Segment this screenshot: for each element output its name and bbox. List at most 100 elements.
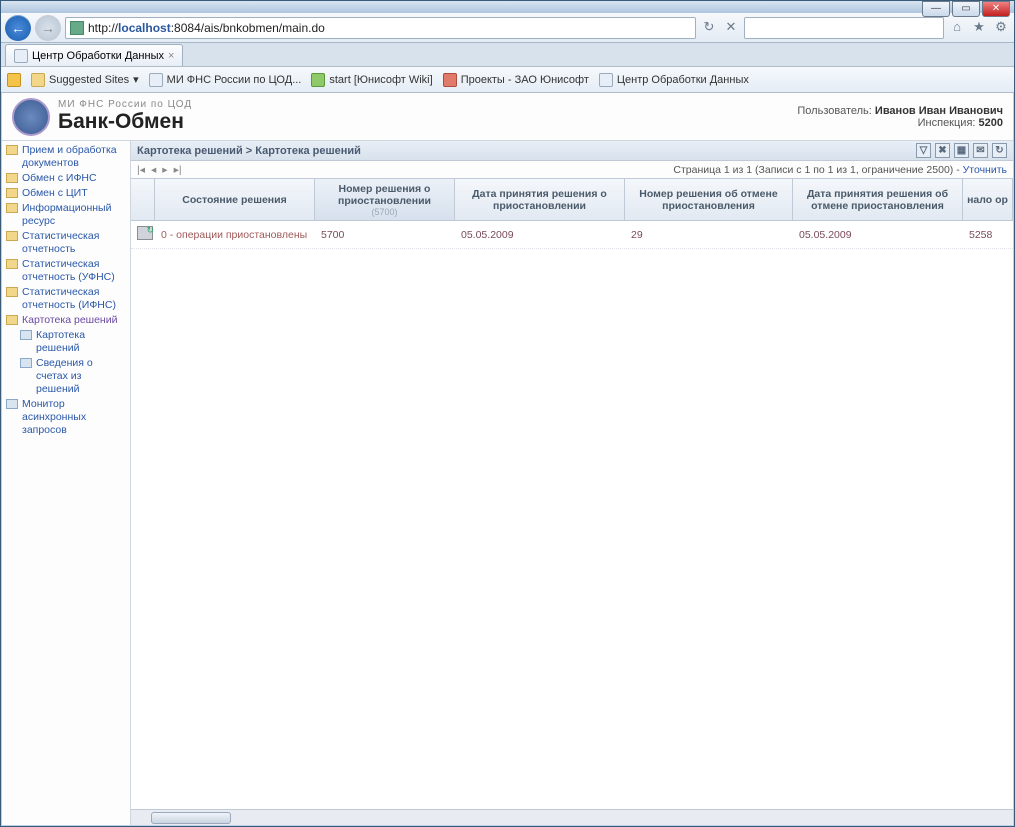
app-subtitle: МИ ФНС России по ЦОД: [58, 99, 192, 110]
page-icon: [149, 73, 163, 87]
breadcrumb: Картотека решений > Картотека решений: [137, 145, 361, 157]
row-action-icon[interactable]: [137, 226, 153, 240]
url-text: http://localhost:8084/ais/bnkobmen/main.…: [88, 21, 325, 35]
mail-icon[interactable]: ✉: [973, 143, 988, 158]
refresh-button[interactable]: ↻: [700, 19, 718, 37]
app-header: МИ ФНС России по ЦОД Банк-Обмен Пользова…: [2, 93, 1013, 141]
browser-tab[interactable]: Центр Обработки Данных ×: [5, 44, 183, 66]
last-page-button[interactable]: ▸|: [174, 164, 182, 176]
bookmarks-bar: Suggested Sites ▾ МИ ФНС России по ЦОД..…: [1, 67, 1014, 93]
folder-icon: [6, 287, 18, 297]
page-content: МИ ФНС России по ЦОД Банк-Обмен Пользова…: [2, 93, 1013, 825]
first-page-button[interactable]: |◂: [137, 164, 145, 176]
bookmark-item[interactable]: Центр Обработки Данных: [599, 73, 749, 87]
maximize-button[interactable]: ▭: [952, 1, 980, 17]
th-status[interactable]: Состояние решения: [155, 179, 315, 220]
close-button[interactable]: ✕: [982, 1, 1010, 17]
tab-title: Центр Обработки Данных: [32, 50, 164, 62]
tab-icon: [14, 49, 28, 63]
stop-button[interactable]: ✕: [722, 19, 740, 37]
user-info: Пользователь: Иванов Иван Иванович Инспе…: [797, 105, 1003, 129]
tools-button[interactable]: ⚙: [992, 19, 1010, 37]
clear-filter-icon[interactable]: ✖: [935, 143, 950, 158]
filter-icon[interactable]: ▽: [916, 143, 931, 158]
folder-icon: [6, 203, 18, 213]
app-title: Банк-Обмен: [58, 110, 192, 134]
cell-cancel-number: 29: [625, 227, 793, 243]
suggested-sites[interactable]: Suggested Sites ▾: [31, 73, 139, 87]
minimize-button[interactable]: —: [922, 1, 950, 17]
folder-icon: [6, 188, 18, 198]
page-icon: [443, 73, 457, 87]
folder-icon: [6, 315, 18, 325]
pager-info: Страница 1 из 1 (Записи с 1 по 1 из 1, о…: [673, 164, 1007, 176]
bookmark-item[interactable]: start [Юнисофт Wiki]: [311, 73, 432, 87]
grid-icon: [20, 358, 32, 368]
star-icon: [7, 73, 21, 87]
window-buttons: — ▭ ✕: [922, 1, 1010, 17]
bookmark-item[interactable]: Проекты - ЗАО Юнисофт: [443, 73, 589, 87]
address-bar[interactable]: http://localhost:8084/ais/bnkobmen/main.…: [65, 17, 696, 39]
th-cancel-number[interactable]: Номер решения об отмене приостановления: [625, 179, 793, 220]
sidebar-item[interactable]: Статистическая отчетность (УФНС): [2, 257, 130, 285]
sidebar-item[interactable]: Монитор асинхронных запросов: [2, 397, 130, 438]
pager-bar: |◂ ◂ ▸ ▸| Страница 1 из 1 (Записи с 1 по…: [131, 161, 1013, 179]
grid-icon: [20, 330, 32, 340]
sidebar-subitem[interactable]: Картотека решений: [2, 328, 130, 356]
app-logo: [12, 98, 50, 136]
folder-icon: [6, 145, 18, 155]
export-icon[interactable]: ▦: [954, 143, 969, 158]
th-cancel-date[interactable]: Дата принятия решения об отмене приостан…: [793, 179, 963, 220]
data-table: Состояние решения Номер решения о приост…: [131, 179, 1013, 825]
sidebar-item[interactable]: Информационный ресурс: [2, 201, 130, 229]
scrollbar-thumb[interactable]: [151, 812, 231, 824]
sidebar-item[interactable]: Обмен с ИФНС: [2, 171, 130, 186]
search-box[interactable]: [744, 17, 944, 39]
breadcrumb-bar: Картотека решений > Картотека решений ▽ …: [131, 141, 1013, 161]
sidebar-nav: Прием и обработка документов Обмен с ИФН…: [2, 141, 131, 825]
cell-cancel-date: 05.05.2009: [793, 227, 963, 243]
prev-page-button[interactable]: ◂: [151, 164, 156, 176]
sidebar-item[interactable]: Прием и обработка документов: [2, 143, 130, 171]
th-suspend-date[interactable]: Дата принятия решения о приостановлении: [455, 179, 625, 220]
grid-icon: [6, 399, 18, 409]
sidebar-item[interactable]: Статистическая отчетность (ИФНС): [2, 285, 130, 313]
favorites-button[interactable]: ★: [970, 19, 988, 37]
refresh-icon[interactable]: ↻: [992, 143, 1007, 158]
forward-button[interactable]: →: [35, 15, 61, 41]
sidebar-subitem[interactable]: Сведения о счетах из решений: [2, 356, 130, 397]
sidebar-item-active[interactable]: Картотека решений: [2, 313, 130, 328]
folder-icon: [6, 231, 18, 241]
pager-buttons: |◂ ◂ ▸ ▸|: [137, 164, 182, 176]
next-page-button[interactable]: ▸: [162, 164, 167, 176]
folder-icon: [6, 173, 18, 183]
page-icon: [311, 73, 325, 87]
folder-icon: [6, 259, 18, 269]
window-titlebar: [1, 1, 1014, 13]
folder-icon: [31, 73, 45, 87]
sidebar-item[interactable]: Статистическая отчетность: [2, 229, 130, 257]
cell-status: 0 - операции приостановлены: [155, 227, 315, 243]
table-header: Состояние решения Номер решения о приост…: [131, 179, 1013, 221]
cell-suspend-number: 5700: [315, 227, 455, 243]
th-extra[interactable]: нало ор: [963, 179, 1013, 220]
cell-extra: 5258: [963, 227, 1013, 243]
browser-window: — ▭ ✕ ← → http://localhost:8084/ais/bnko…: [0, 0, 1015, 827]
browser-tabs: Центр Обработки Данных ×: [1, 43, 1014, 67]
cell-suspend-date: 05.05.2009: [455, 227, 625, 243]
site-icon: [70, 21, 84, 35]
page-icon: [599, 73, 613, 87]
favorites-star[interactable]: [7, 73, 21, 87]
th-icon: [131, 179, 155, 220]
refine-link[interactable]: Уточнить: [963, 164, 1007, 176]
browser-nav: ← → http://localhost:8084/ais/bnkobmen/m…: [1, 13, 1014, 43]
main-panel: Картотека решений > Картотека решений ▽ …: [131, 141, 1013, 825]
sidebar-item[interactable]: Обмен с ЦИТ: [2, 186, 130, 201]
tab-close-icon[interactable]: ×: [168, 50, 174, 62]
th-suspend-number[interactable]: Номер решения о приостановлении(5700): [315, 179, 455, 220]
bookmark-item[interactable]: МИ ФНС России по ЦОД...: [149, 73, 302, 87]
home-button[interactable]: ⌂: [948, 19, 966, 37]
horizontal-scrollbar[interactable]: [131, 809, 1013, 825]
table-row[interactable]: 0 - операции приостановлены 5700 05.05.2…: [131, 221, 1013, 249]
back-button[interactable]: ←: [5, 15, 31, 41]
